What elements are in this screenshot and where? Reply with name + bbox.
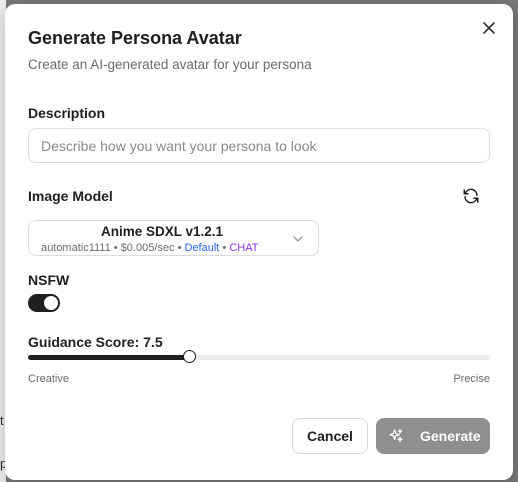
model-provider: automatic1111: [41, 242, 111, 254]
image-model-select[interactable]: Anime SDXL v1.2.1 automatic1111 • $0.005…: [28, 220, 319, 256]
sparkle-icon: [389, 429, 403, 442]
background-text: t: [0, 413, 4, 428]
chat-badge: CHAT: [229, 242, 259, 254]
nsfw-toggle[interactable]: [28, 294, 60, 312]
description-label: Description: [28, 105, 106, 121]
default-badge: Default: [184, 242, 220, 254]
cancel-button[interactable]: Cancel: [292, 418, 368, 454]
refresh-models-button[interactable]: [462, 187, 482, 207]
dialog-subtitle: Create an AI-generated avatar for your p…: [28, 57, 312, 72]
slider-thumb[interactable]: [182, 350, 196, 363]
model-price: $0.005/sec: [120, 242, 175, 254]
generate-button[interactable]: Generate: [376, 418, 490, 454]
close-button[interactable]: [479, 18, 499, 38]
meta-separator: •: [110, 242, 121, 254]
guidance-slider[interactable]: [28, 350, 490, 363]
slider-max-label: Precise: [453, 373, 490, 385]
model-name: Anime SDXL v1.2.1: [100, 224, 224, 239]
nsfw-label: NSFW: [28, 272, 70, 288]
slider-fill: [28, 355, 190, 360]
generate-avatar-dialog: Generate Persona Avatar Create an AI-gen…: [5, 4, 513, 480]
dialog-title: Generate Persona Avatar: [28, 28, 242, 48]
slider-min-label: Creative: [28, 373, 69, 385]
refresh-icon: [463, 188, 479, 204]
toggle-knob: [44, 296, 58, 310]
guidance-score-label: Guidance Score: 7.5: [28, 334, 163, 350]
model-meta: automatic1111 • $0.005/sec • Default • C…: [41, 242, 258, 254]
image-model-label: Image Model: [28, 188, 113, 204]
close-icon: [483, 22, 495, 34]
chevron-down-icon: [293, 236, 303, 242]
meta-separator: •: [174, 242, 185, 254]
description-input[interactable]: [28, 128, 490, 163]
generate-label: Generate: [420, 428, 481, 444]
meta-separator: •: [219, 242, 230, 254]
